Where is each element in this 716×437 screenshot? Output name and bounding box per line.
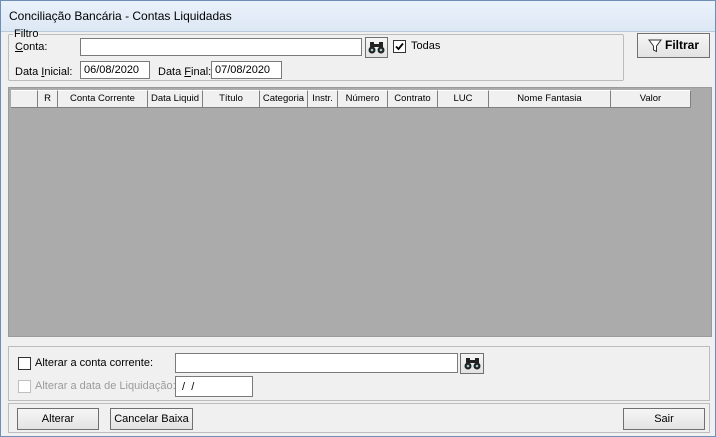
conta-label: Conta: — [15, 41, 48, 53]
data-final-label: Data Final: — [158, 66, 212, 78]
column-header[interactable]: Data Liquid — [148, 90, 203, 108]
todas-label: Todas — [411, 40, 441, 52]
filtrar-label: Filtrar — [665, 38, 700, 52]
window-title: Conciliação Bancária - Contas Liquidadas — [9, 9, 232, 23]
column-header[interactable]: Conta Corrente — [58, 90, 148, 108]
column-header[interactable]: R — [38, 90, 58, 108]
alterar-button-label: Alterar — [41, 413, 75, 425]
data-inicial-label: Data Inicial: — [15, 66, 73, 78]
results-grid[interactable]: R Conta Corrente Data Liquid Título Cate… — [8, 87, 712, 337]
alterar-conta-checkbox[interactable] — [18, 357, 31, 370]
alterar-data-checkbox[interactable] — [18, 380, 31, 393]
sair-button[interactable]: Sair — [623, 408, 705, 430]
conciliacao-window: Conciliação Bancária - Contas Liquidadas… — [0, 0, 716, 437]
conta-input[interactable] — [80, 38, 362, 56]
column-header[interactable]: LUC — [438, 90, 489, 108]
alterar-button[interactable]: Alterar — [17, 408, 99, 430]
conta-search-button[interactable] — [365, 37, 388, 58]
data-inicial-input[interactable] — [80, 61, 150, 79]
check-icon — [395, 42, 404, 51]
funnel-icon — [648, 39, 662, 53]
column-header[interactable]: Categoria — [260, 90, 308, 108]
cancelar-baixa-label: Cancelar Baixa — [114, 413, 189, 425]
alterar-conta-search-button[interactable] — [460, 353, 484, 374]
alterar-conta-label: Alterar a conta corrente: — [35, 357, 154, 369]
data-final-input[interactable] — [211, 61, 282, 79]
title-bar: Conciliação Bancária - Contas Liquidadas — [1, 1, 715, 32]
column-header-indicator — [11, 90, 38, 108]
alterar-conta-input[interactable] — [175, 353, 458, 373]
column-header[interactable]: Contrato — [388, 90, 438, 108]
column-header[interactable]: Instr. — [308, 90, 338, 108]
column-header[interactable]: Número — [338, 90, 388, 108]
cancelar-baixa-button[interactable]: Cancelar Baixa — [110, 408, 193, 430]
column-header[interactable]: Nome Fantasia — [489, 90, 611, 108]
alterar-data-input[interactable] — [175, 376, 253, 397]
filtro-legend: Filtro — [14, 28, 39, 40]
binoculars-icon — [464, 358, 481, 370]
binoculars-icon — [368, 42, 385, 54]
todas-checkbox[interactable] — [393, 40, 406, 53]
filtrar-button[interactable]: Filtrar — [637, 33, 710, 58]
column-header[interactable]: Título — [203, 90, 260, 108]
column-header[interactable]: Valor — [611, 90, 691, 108]
sair-button-label: Sair — [654, 413, 674, 425]
alterar-data-label: Alterar a data de Liquidação: — [35, 380, 176, 392]
